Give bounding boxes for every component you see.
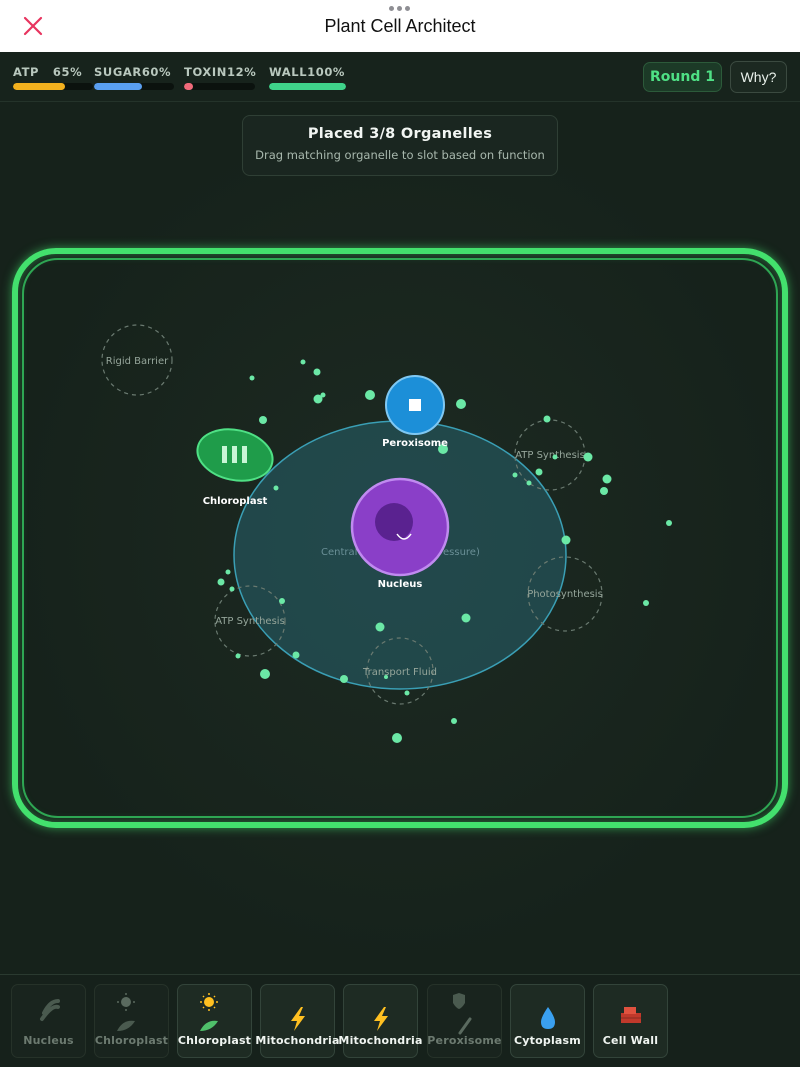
tray-item-label: Peroxisome <box>427 1034 502 1047</box>
nucleus-label: Nucleus <box>378 579 423 590</box>
brick-icon <box>621 1007 641 1023</box>
slot-atp-synthesis-right-label: ATP Synthesis <box>515 450 585 461</box>
tray-item-label: Nucleus <box>23 1034 74 1047</box>
lightning-icon <box>291 1007 305 1031</box>
tray-item-chloroplast-used[interactable]: Chloroplast <box>94 984 169 1058</box>
nucleolus <box>375 503 413 541</box>
thylakoid-icon <box>222 446 247 463</box>
sun-leaf-icon <box>117 993 135 1031</box>
peroxisome-label: Peroxisome <box>382 438 448 449</box>
vacuole-label-left: Central <box>321 547 357 558</box>
placed-peroxisome[interactable]: Peroxisome <box>382 375 448 449</box>
slot-atp-synthesis-left-label: ATP Synthesis <box>215 616 285 627</box>
tray-item-nucleus[interactable]: Nucleus <box>11 984 86 1058</box>
tray-item-peroxisome[interactable]: Peroxisome <box>427 984 502 1058</box>
tray-item-label: Mitochondria <box>255 1034 340 1047</box>
tray-item-label: Cell Wall <box>602 1034 659 1047</box>
slot-rigid-barrier[interactable]: Rigid Barrier <box>101 324 173 396</box>
slot-atp-synthesis-right[interactable]: ATP Synthesis <box>514 419 586 491</box>
tray-item-label: Mitochondria <box>338 1034 423 1047</box>
tray-item-label: Chloroplast <box>94 1034 169 1047</box>
tray-item-mitochondria-1[interactable]: Mitochondria <box>255 984 339 1058</box>
tray-item-cell-wall[interactable]: Cell Wall <box>593 984 668 1058</box>
tray-item-cytoplasm[interactable]: Cytoplasm <box>510 984 585 1058</box>
cell-scene: Central essure) Rigid Barrier ATP Synthe… <box>101 324 672 743</box>
slot-photosynthesis-label: Photosynthesis <box>527 589 603 600</box>
tray-item-chloroplast[interactable]: Chloroplast <box>177 984 252 1058</box>
peroxisome-square-icon <box>409 399 421 411</box>
dna-icon <box>40 999 60 1021</box>
tray-item-label: Chloroplast <box>177 1034 252 1047</box>
slot-rigid-barrier-label: Rigid Barrier <box>106 356 169 367</box>
sun-leaf-icon <box>200 993 218 1031</box>
droplet-icon <box>541 1007 555 1029</box>
tray-item-label: Cytoplasm <box>514 1034 581 1047</box>
tray-item-mitochondria-2[interactable]: Mitochondria <box>338 984 422 1058</box>
slot-transport-fluid-label: Transport Fluid <box>362 667 437 678</box>
lightning-icon <box>374 1007 388 1031</box>
vacuole-label-right: essure) <box>443 547 480 558</box>
shield-sword-icon <box>453 993 472 1035</box>
chloroplast-label: Chloroplast <box>203 496 268 507</box>
